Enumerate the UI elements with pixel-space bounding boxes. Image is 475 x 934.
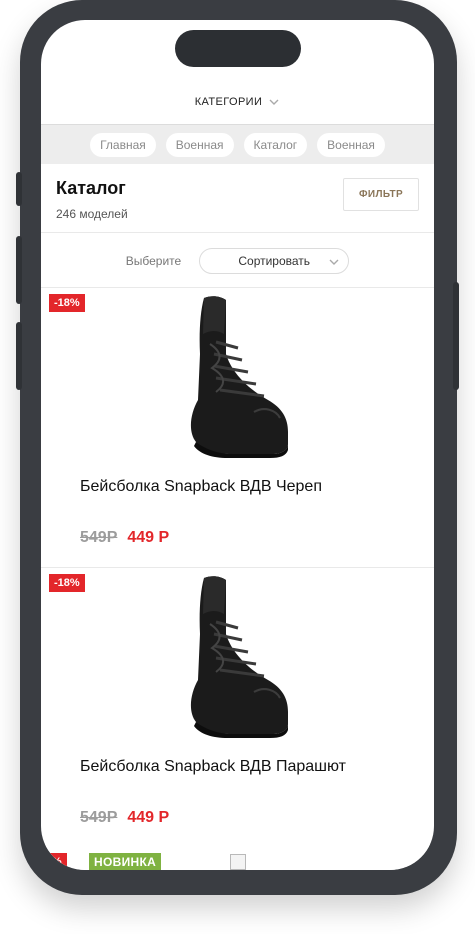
page-title: Каталог [56, 178, 126, 198]
old-price: 549Р [80, 529, 118, 546]
categories-menu[interactable]: КАТЕГОРИИ [41, 92, 434, 112]
product-title: Бейсболка Snapback ВДВ Парашют [80, 758, 346, 775]
phone-side-button [16, 172, 22, 206]
price-row: 549Р 449 Р [80, 529, 169, 547]
breadcrumb-item-catalog[interactable]: Каталог [243, 132, 308, 157]
price-row: 549Р 449 Р [80, 809, 169, 827]
product-title: Бейсболка Snapback ВДВ Череп [80, 478, 322, 495]
sort-select-value: Сортировать [238, 254, 311, 268]
product-card-partial[interactable]: -18% НОВИНКА [41, 844, 434, 870]
catalog-header: Каталог 246 моделей [56, 178, 128, 221]
breadcrumb-item-military-2[interactable]: Военная [317, 132, 385, 157]
breadcrumb: Главная Военная Каталог Военная [41, 124, 434, 164]
categories-label: КАТЕГОРИИ [194, 96, 263, 108]
phone-volume-down-button [16, 322, 22, 390]
divider [41, 232, 434, 233]
model-count: 246 моделей [56, 207, 128, 221]
filter-button[interactable]: ФИЛЬТР [343, 178, 419, 211]
broken-image-icon [230, 854, 246, 870]
current-price: 449 Р [127, 529, 170, 546]
dynamic-island [175, 30, 301, 67]
boot-product-image [190, 576, 288, 738]
phone-power-button [453, 282, 459, 390]
breadcrumb-item-military[interactable]: Военная [165, 132, 234, 157]
breadcrumb-item-home[interactable]: Главная [90, 132, 156, 157]
discount-badge: -18% [41, 853, 67, 870]
chevron-down-icon [269, 99, 279, 105]
boot-product-image [190, 296, 288, 458]
product-card[interactable]: -18% Бейсболка Snapback ВДВ Череп 549Р 4… [41, 288, 434, 568]
sort-row: Выберите Сортировать [41, 248, 434, 274]
new-badge: НОВИНКА [89, 853, 162, 870]
discount-badge: -18% [49, 574, 85, 592]
discount-badge: -18% [49, 294, 85, 312]
sort-label: Выберите [125, 254, 182, 268]
old-price: 549Р [80, 809, 118, 826]
phone-volume-up-button [16, 236, 22, 304]
sort-select[interactable]: Сортировать [199, 248, 350, 274]
chevron-down-icon [329, 259, 339, 265]
phone-screen: КАТЕГОРИИ Главная Военная Каталог Военна… [41, 20, 434, 870]
product-card[interactable]: -18% Бейсболка Snapback ВДВ Парашют 549Р… [41, 568, 434, 848]
current-price: 449 Р [127, 809, 170, 826]
